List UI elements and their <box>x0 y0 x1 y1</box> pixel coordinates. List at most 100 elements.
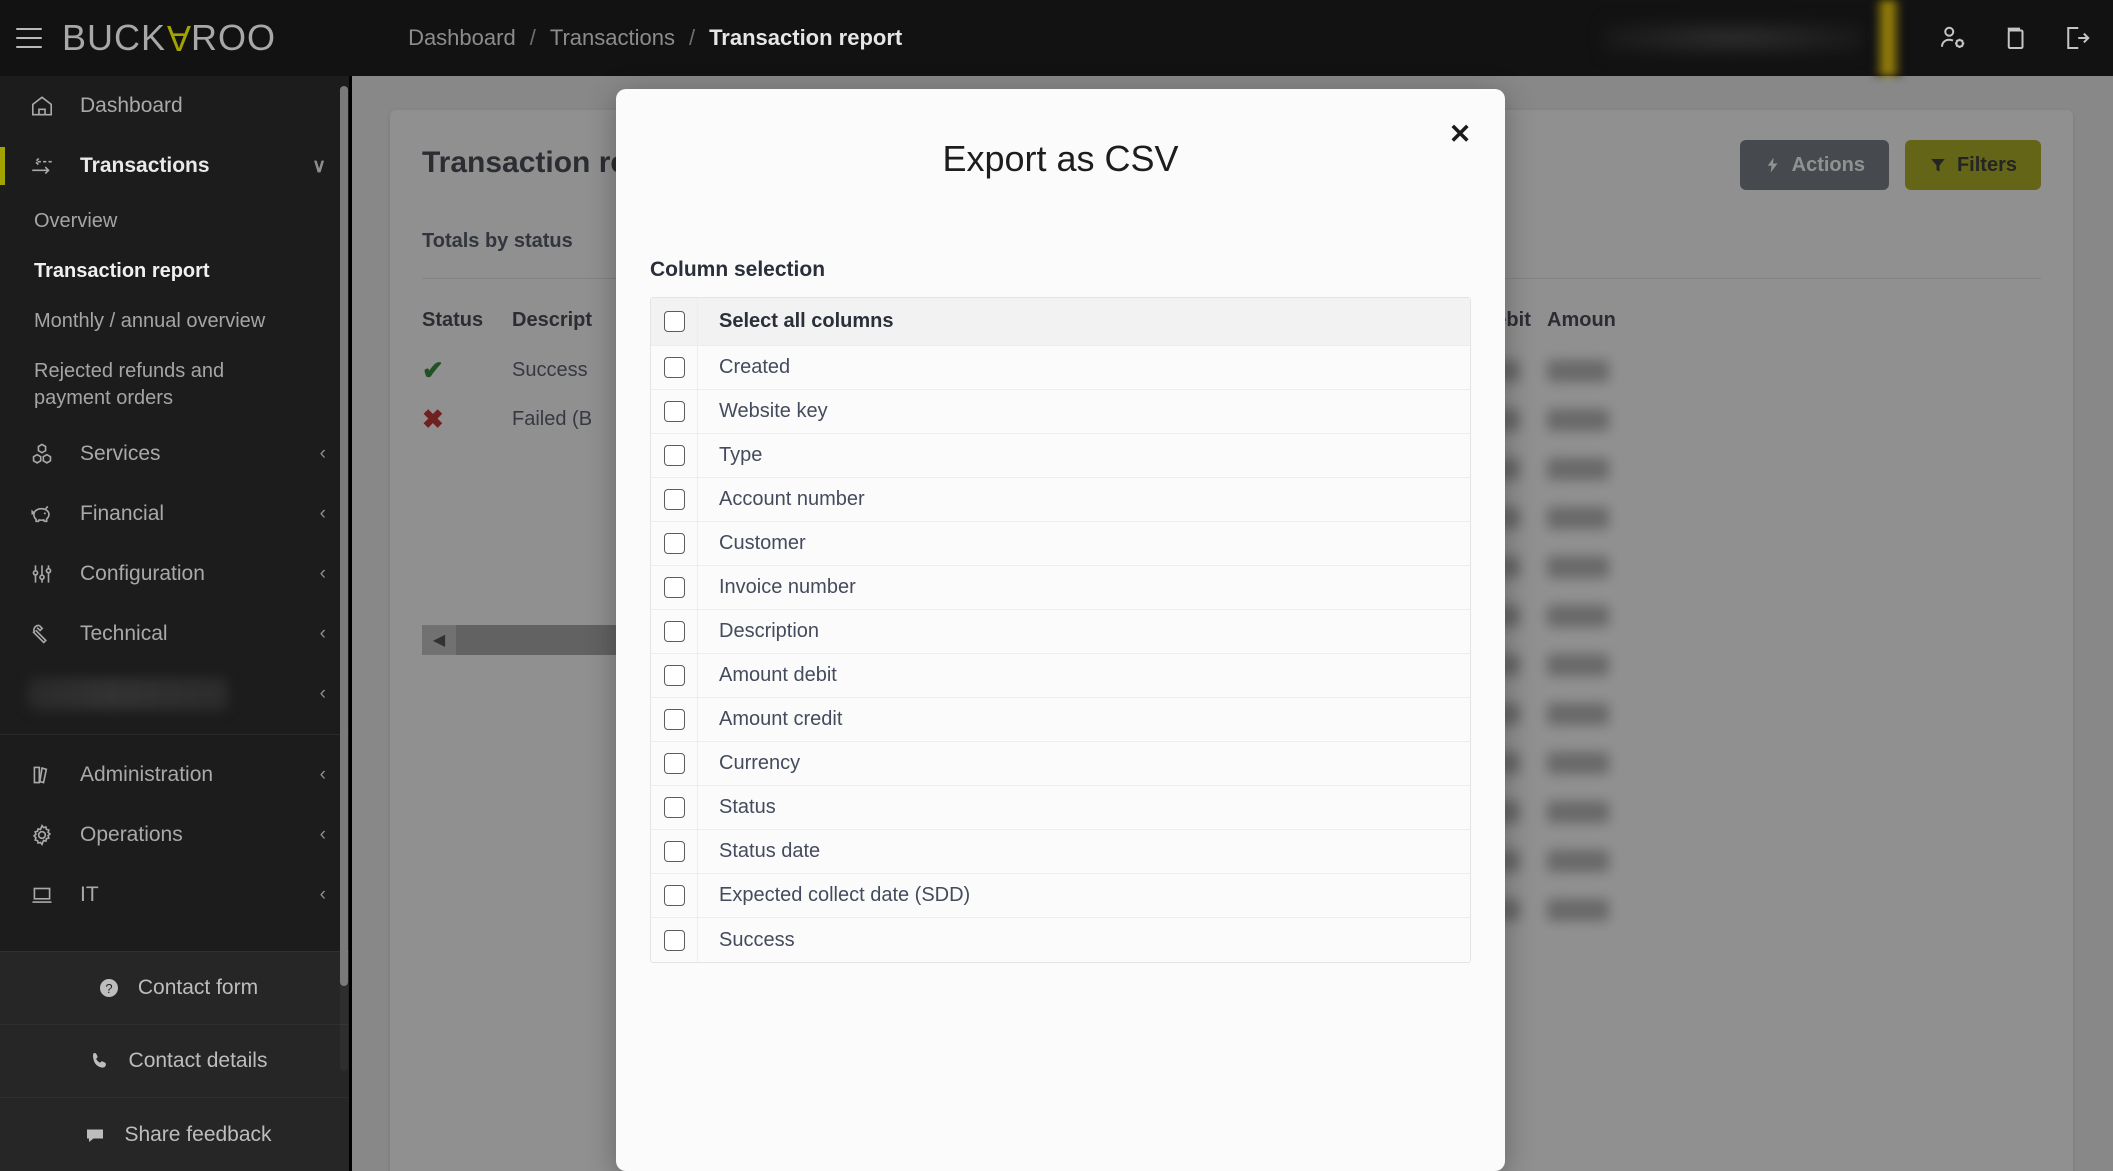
column-checkbox[interactable] <box>663 885 685 906</box>
sidebar-item-transactions[interactable]: Transactions ∨ <box>0 136 352 196</box>
column-checkbox[interactable] <box>663 753 685 774</box>
column-option-row[interactable]: Description <box>651 610 1470 654</box>
checkbox-cell[interactable] <box>651 478 698 521</box>
column-checkbox[interactable] <box>663 533 685 554</box>
sidebar-subitem-overview[interactable]: Overview <box>0 196 352 246</box>
select-all-checkbox[interactable] <box>663 311 685 332</box>
column-option-row[interactable]: Customer <box>651 522 1470 566</box>
column-option-label: Success <box>719 928 795 951</box>
breadcrumb-item-dashboard[interactable]: Dashboard <box>408 25 516 51</box>
sidebar-scrollbar[interactable] <box>340 86 348 1071</box>
checkbox-cell[interactable] <box>651 610 698 653</box>
checkbox-cell[interactable] <box>651 390 698 433</box>
column-option-row[interactable]: Website key <box>651 390 1470 434</box>
brand-logo[interactable]: BUCK A ROO <box>62 17 276 59</box>
hamburger-icon[interactable] <box>16 28 42 48</box>
modal-title: Export as CSV <box>942 138 1179 179</box>
top-bar: BUCK A ROO Dashboard / Transactions / Tran… <box>0 0 2113 76</box>
checkbox-cell[interactable] <box>651 918 698 962</box>
column-checkbox[interactable] <box>663 841 685 862</box>
column-option-row[interactable]: Currency <box>651 742 1470 786</box>
column-option-label: Type <box>719 444 763 466</box>
chevron-left-icon: ‹ <box>319 683 326 704</box>
topbar-right-group <box>1603 0 2113 76</box>
sidebar-item-configuration[interactable]: Configuration ‹ <box>0 544 352 604</box>
sidebar-help-label: Contact form <box>137 976 259 999</box>
column-option-label: Website key <box>719 400 828 422</box>
redacted-account-label <box>1603 21 1863 55</box>
column-option-label: Status date <box>719 840 821 862</box>
sidebar-subitem-rejected-refunds[interactable]: Rejected refunds and payment orders <box>0 346 352 424</box>
question-circle-icon: ? <box>94 976 124 1000</box>
sidebar-item-it[interactable]: IT ‹ <box>0 865 352 925</box>
column-checkbox[interactable] <box>663 621 685 642</box>
sidebar-item-services[interactable]: Services ‹ <box>0 424 352 484</box>
column-option-row[interactable]: Success <box>651 918 1470 962</box>
sidebar-item-share-feedback[interactable]: Share feedback <box>0 1098 352 1171</box>
checkbox-cell[interactable] <box>651 698 698 741</box>
sidebar-scrollbar-thumb[interactable] <box>340 86 348 986</box>
sidebar-item-operations[interactable]: Operations ‹ <box>0 805 352 865</box>
checkbox-cell[interactable] <box>651 654 698 697</box>
copy-icon[interactable] <box>1989 12 2041 64</box>
select-all-columns-row[interactable]: Select all columns <box>651 298 1470 346</box>
sidebar-item-technical[interactable]: Technical ‹ <box>0 604 352 664</box>
sidebar-item-administration[interactable]: Administration ‹ <box>0 745 352 805</box>
checkbox-cell[interactable] <box>651 522 698 565</box>
column-option-row[interactable]: Status date <box>651 830 1470 874</box>
column-option-row[interactable]: Account number <box>651 478 1470 522</box>
sidebar-item-financial[interactable]: Financial ‹ <box>0 484 352 544</box>
column-checkbox[interactable] <box>663 357 685 378</box>
sidebar-subitem-transaction-report[interactable]: Transaction report <box>0 246 352 296</box>
column-option-row[interactable]: Created <box>651 346 1470 390</box>
column-option-row[interactable]: Status <box>651 786 1470 830</box>
column-option-label: Invoice number <box>719 576 856 598</box>
sidebar-item-redacted[interactable]: ‹ <box>0 664 352 724</box>
close-icon[interactable]: ✕ <box>1443 117 1477 151</box>
sidebar-item-label: Services <box>80 442 161 465</box>
sidebar-subitem-label: Transaction report <box>34 259 210 282</box>
column-checkbox[interactable] <box>663 797 685 818</box>
column-option-row[interactable]: Amount debit <box>651 654 1470 698</box>
checkbox-cell[interactable] <box>651 346 698 389</box>
column-checkbox[interactable] <box>663 929 685 951</box>
column-option-label: Currency <box>719 752 801 774</box>
column-checkbox[interactable] <box>663 489 685 510</box>
checkbox-cell[interactable] <box>651 434 698 477</box>
breadcrumb-separator: / <box>529 25 536 50</box>
checkbox-cell[interactable] <box>651 742 698 785</box>
column-checkbox[interactable] <box>663 577 685 598</box>
transactions-icon <box>28 151 62 181</box>
column-checkbox[interactable] <box>663 445 685 466</box>
logout-icon[interactable] <box>2051 12 2103 64</box>
sliders-icon <box>28 559 62 589</box>
sidebar-item-contact-details[interactable]: Contact details <box>0 1025 352 1098</box>
column-checkbox[interactable] <box>663 709 685 730</box>
checkbox-cell[interactable] <box>651 566 698 609</box>
checkbox-cell[interactable] <box>651 786 698 829</box>
sidebar-nav: Dashboard Transactions ∨ Overview Transa… <box>0 76 352 925</box>
checkbox-cell[interactable] <box>651 874 698 917</box>
breadcrumb-item-transactions[interactable]: Transactions <box>550 25 675 51</box>
column-checkbox[interactable] <box>663 665 685 686</box>
phone-icon <box>85 1049 115 1073</box>
column-option-row[interactable]: Amount credit <box>651 698 1470 742</box>
column-checkbox[interactable] <box>663 401 685 422</box>
app-root: BUCK A ROO Dashboard / Transactions / Tran… <box>0 0 2113 1171</box>
column-option-row[interactable]: Expected collect date (SDD) <box>651 874 1470 918</box>
column-option-label: Amount credit <box>719 708 843 730</box>
checkbox-cell[interactable] <box>651 830 698 873</box>
sidebar-subitem-monthly-annual-overview[interactable]: Monthly / annual overview <box>0 296 352 346</box>
column-option-label: Account number <box>719 488 865 510</box>
column-option-row[interactable]: Type <box>651 434 1470 478</box>
sidebar-item-contact-form[interactable]: ? Contact form <box>0 952 352 1025</box>
checkbox-cell[interactable] <box>651 298 698 345</box>
breadcrumb: Dashboard / Transactions / Transaction r… <box>408 25 902 51</box>
column-option-row[interactable]: Invoice number <box>651 566 1470 610</box>
sidebar-item-dashboard[interactable]: Dashboard <box>0 76 352 136</box>
sidebar-help-block: ? Contact form Contact details Share fee… <box>0 951 352 1171</box>
sidebar-item-label: Dashboard <box>80 94 183 117</box>
gear-icon <box>28 820 62 850</box>
user-settings-icon[interactable] <box>1927 12 1979 64</box>
column-option-label: Description <box>719 620 820 642</box>
